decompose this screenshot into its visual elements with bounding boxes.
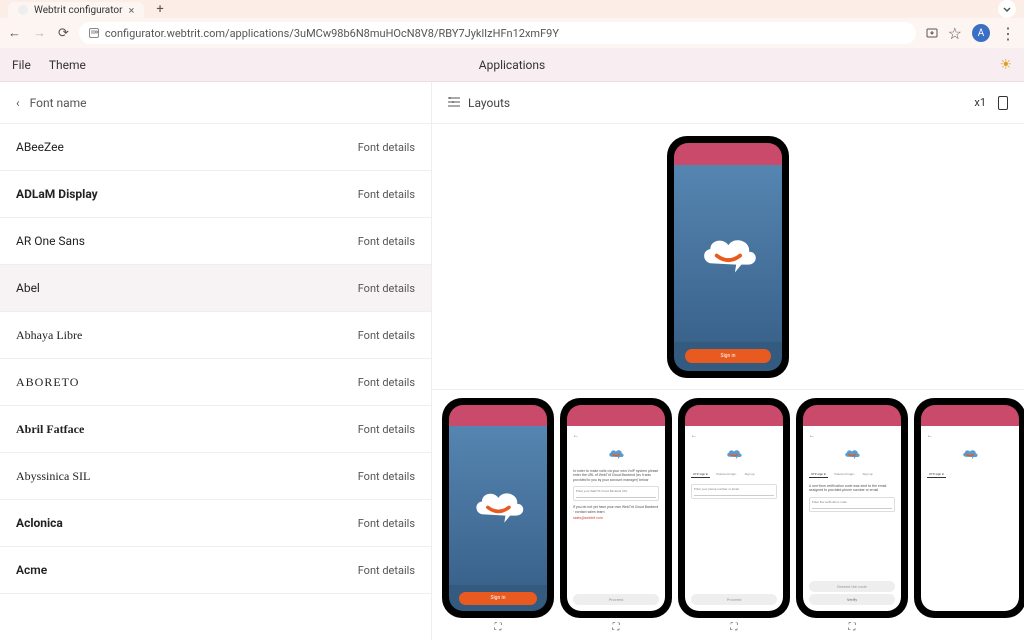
hero-preview: Sign in	[432, 124, 1024, 390]
phone-preview-thumb[interactable]: ← OTP sign inPassword sign-Sign up A one…	[798, 400, 906, 616]
font-panel-title: Font name	[30, 96, 87, 110]
font-details-link[interactable]: Font details	[358, 329, 415, 342]
back-arrow-icon: ←	[691, 432, 777, 439]
nav-reload-icon[interactable]: ⟳	[58, 26, 69, 41]
browser-tab-strip: Webtrit configurator × +	[0, 0, 1024, 18]
font-row[interactable]: ABeeZee Font details	[0, 124, 431, 171]
font-details-link[interactable]: Font details	[358, 470, 415, 483]
browser-tab[interactable]: Webtrit configurator ×	[8, 2, 144, 18]
install-app-icon[interactable]	[926, 24, 938, 43]
expand-icon[interactable]: ⛶	[613, 622, 620, 633]
expand-icon[interactable]: ⛶	[731, 622, 738, 633]
layouts-header: Layouts x1	[432, 82, 1024, 124]
bookmark-icon[interactable]: ☆	[948, 24, 962, 43]
font-row[interactable]: Abril Fatface Font details	[0, 406, 431, 453]
font-details-link[interactable]: Font details	[358, 188, 415, 201]
device-frame-icon[interactable]	[998, 96, 1008, 110]
expand-icon[interactable]: ⛶	[849, 622, 856, 633]
font-row[interactable]: AR One Sans Font details	[0, 218, 431, 265]
phone-preview-thumb[interactable]: ← OTP sign inPassword sign-Sign up Enter…	[680, 400, 788, 616]
window-control-icon[interactable]	[998, 0, 1016, 18]
menu-file[interactable]: File	[12, 58, 31, 72]
close-icon[interactable]: ×	[129, 4, 135, 17]
font-name-label: Abril Fatface	[16, 422, 84, 437]
phone-preview-thumb[interactable]: ← In order to make calls via your own Vo…	[562, 400, 670, 616]
font-name-label: ADLaM Display	[16, 187, 98, 201]
profile-avatar[interactable]: A	[972, 24, 990, 42]
browser-menu-icon[interactable]: ⋮	[1000, 24, 1016, 43]
app-toolbar: File Theme Applications ☀	[0, 48, 1024, 82]
font-row[interactable]: ABORETO Font details	[0, 359, 431, 406]
font-name-label: AR One Sans	[16, 234, 85, 248]
new-tab-button[interactable]: +	[152, 2, 167, 17]
columns-icon[interactable]	[448, 96, 460, 110]
font-panel: ‹ Font name ABeeZeeFont detailsADLaM Dis…	[0, 82, 432, 640]
font-list: ABeeZee Font details ADLaM Display Font det…	[0, 124, 431, 640]
brightness-icon[interactable]: ☀	[999, 57, 1012, 73]
font-panel-header[interactable]: ‹ Font name	[0, 82, 431, 124]
thumbnail-row: Sign in ⛶ ← In order	[432, 390, 1024, 633]
font-name-label: ABeeZee	[16, 140, 64, 154]
back-arrow-icon: ←	[809, 432, 895, 439]
font-name-label: Aclonica	[16, 516, 63, 530]
font-details-link[interactable]: Font details	[358, 517, 415, 530]
font-details-link[interactable]: Font details	[358, 282, 415, 295]
browser-address-bar: ← → ⟳ configurator.webtrit.com/applicati…	[0, 18, 1024, 48]
signin-button: Sign in	[685, 349, 771, 363]
font-details-link[interactable]: Font details	[358, 423, 415, 436]
zoom-label[interactable]: x1	[974, 96, 986, 109]
url-text: configurator.webtrit.com/applications/3u…	[105, 27, 559, 40]
font-row[interactable]: Abhaya Libre Font details	[0, 312, 431, 359]
layouts-title: Layouts	[468, 96, 510, 110]
font-details-link[interactable]: Font details	[358, 376, 415, 389]
tab-title: Webtrit configurator	[34, 5, 123, 16]
chevron-left-icon[interactable]: ‹	[16, 96, 20, 110]
font-name-label: Acme	[16, 563, 47, 577]
phone-preview-thumb[interactable]: ← OTP sign in	[916, 400, 1024, 616]
font-row[interactable]: Abel Font details	[0, 265, 431, 312]
phone-preview-thumb[interactable]: Sign in	[444, 400, 552, 616]
nav-back-icon[interactable]: ←	[8, 25, 21, 41]
url-input[interactable]: configurator.webtrit.com/applications/3u…	[79, 22, 916, 44]
menu-theme[interactable]: Theme	[49, 58, 86, 72]
font-name-label: Abyssinica SIL	[16, 469, 90, 484]
font-name-label: Abhaya Libre	[16, 328, 82, 343]
font-name-label: Abel	[16, 281, 40, 295]
expand-icon[interactable]: ⛶	[495, 622, 502, 633]
font-name-label: ABORETO	[16, 375, 79, 390]
phone-preview-hero[interactable]: Sign in	[669, 138, 787, 376]
back-arrow-icon: ←	[927, 432, 1013, 439]
font-row[interactable]: Aclonica Font details	[0, 500, 431, 547]
site-settings-icon[interactable]	[89, 28, 99, 38]
tab-favicon	[18, 5, 28, 15]
font-details-link[interactable]: Font details	[358, 235, 415, 248]
font-details-link[interactable]: Font details	[358, 141, 415, 154]
font-row[interactable]: Acme Font details	[0, 547, 431, 594]
back-arrow-icon: ←	[573, 432, 659, 439]
nav-forward-icon: →	[33, 25, 46, 41]
font-details-link[interactable]: Font details	[358, 564, 415, 577]
layouts-panel: Layouts x1 Sign in	[432, 82, 1024, 640]
font-row[interactable]: Abyssinica SIL Font details	[0, 453, 431, 500]
page-title: Applications	[479, 58, 545, 72]
font-row[interactable]: ADLaM Display Font details	[0, 171, 431, 218]
